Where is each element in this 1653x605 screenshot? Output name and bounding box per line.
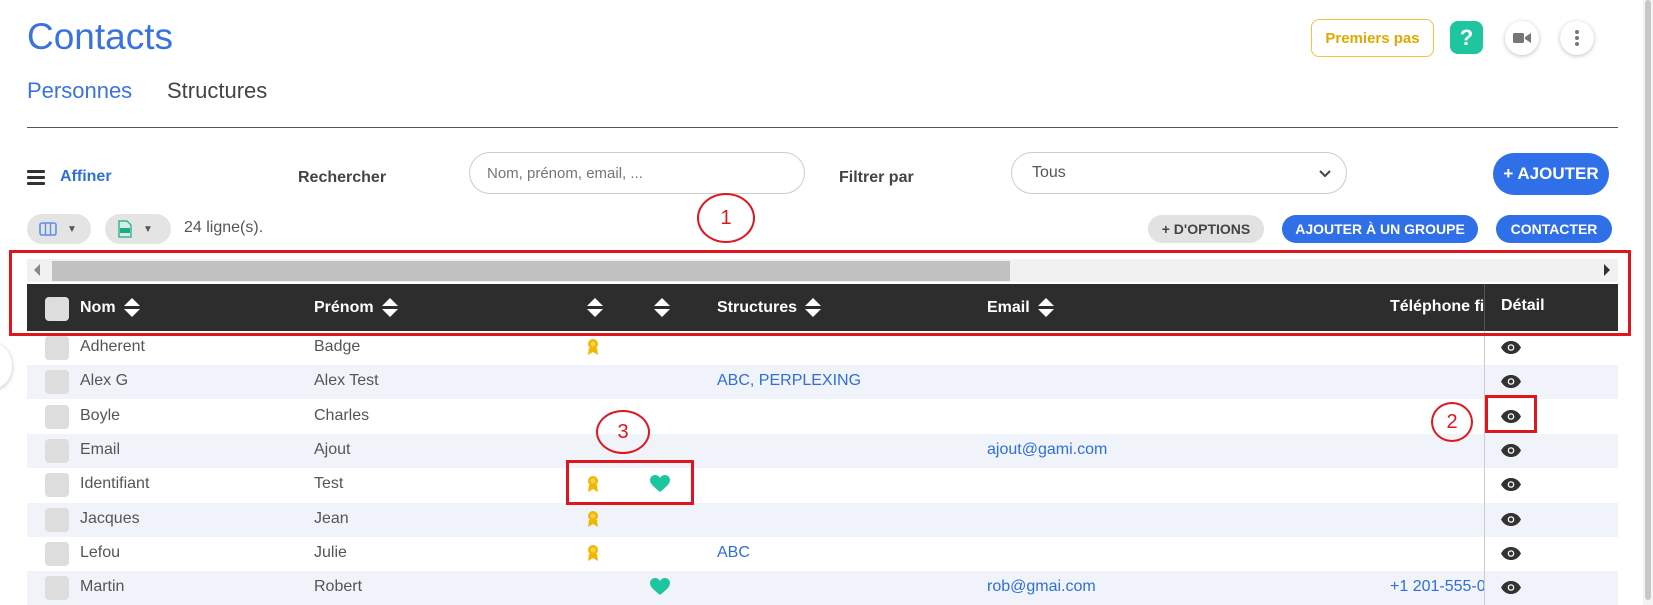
row-checkbox[interactable]	[45, 405, 69, 429]
more-options-button[interactable]: + D'OPTIONS	[1148, 215, 1264, 243]
medal-icon	[586, 510, 600, 533]
eye-icon[interactable]	[1501, 444, 1521, 462]
row-checkbox[interactable]	[45, 439, 69, 463]
filtrer-label: Filtrer par	[839, 169, 914, 186]
cell-nom: Adherent	[80, 338, 145, 355]
cell-nom: Alex G	[80, 372, 129, 389]
export-xlsx-toggle[interactable]: ▼	[105, 214, 171, 244]
caret-down-icon: ▼	[143, 223, 153, 235]
cell-telephone[interactable]: +1 201-555-0	[1390, 578, 1484, 596]
cell-nom: Martin	[80, 578, 125, 595]
more-menu-button[interactable]	[1560, 21, 1594, 55]
medal-icon	[586, 338, 600, 361]
chevron-down-icon	[1319, 170, 1331, 178]
cell-nom: Jacques	[80, 510, 140, 527]
detail-column-divider	[1484, 331, 1485, 605]
cell-structures[interactable]: ABC, PERPLEXING	[717, 372, 861, 390]
affiner-button[interactable]: Affiner	[60, 168, 112, 186]
rechercher-label: Rechercher	[298, 169, 387, 186]
cell-prenom: Charles	[314, 407, 370, 424]
help-button[interactable]: ?	[1450, 21, 1483, 54]
eye-icon[interactable]	[1501, 581, 1521, 599]
cell-prenom: Ajout	[314, 441, 351, 458]
search-input[interactable]	[469, 152, 805, 194]
vertical-scrollbar-thumb[interactable]	[1645, 0, 1651, 600]
row-checkbox[interactable]	[45, 542, 69, 566]
side-panel-toggle[interactable]	[0, 344, 12, 388]
cell-structures[interactable]: ABC	[717, 544, 750, 562]
eye-icon[interactable]	[1501, 547, 1521, 565]
cell-nom: Lefou	[80, 544, 121, 561]
cell-nom: Boyle	[80, 407, 121, 424]
cell-prenom: Robert	[314, 578, 363, 595]
row-checkbox[interactable]	[45, 336, 69, 360]
table-row[interactable]	[27, 434, 1618, 468]
annotation-box-3	[566, 460, 694, 505]
cell-email[interactable]: ajout@gami.com	[987, 441, 1107, 459]
row-checkbox[interactable]	[45, 370, 69, 394]
table-row[interactable]	[27, 537, 1618, 571]
caret-down-icon: ▼	[67, 223, 77, 235]
add-button[interactable]: + AJOUTER	[1493, 153, 1609, 195]
more-vertical-icon	[1575, 30, 1579, 46]
row-checkbox[interactable]	[45, 473, 69, 497]
annotation-label-2: 2	[1431, 402, 1473, 442]
row-checkbox[interactable]	[45, 508, 69, 532]
annotation-label-1: 1	[697, 193, 755, 243]
cell-prenom: Alex Test	[314, 372, 379, 389]
heart-icon[interactable]	[650, 578, 670, 601]
rows-count: 24 ligne(s).	[184, 219, 264, 236]
tab-personnes[interactable]: Personnes	[27, 78, 132, 104]
eye-icon[interactable]	[1501, 341, 1521, 359]
premiers-pas-button[interactable]: Premiers pas	[1311, 19, 1434, 57]
eye-icon[interactable]	[1501, 513, 1521, 531]
video-button[interactable]	[1505, 21, 1539, 55]
eye-icon[interactable]	[1501, 478, 1521, 496]
video-camera-icon	[1513, 33, 1531, 43]
table-row[interactable]	[27, 468, 1618, 502]
annotation-box-2	[1485, 395, 1537, 433]
cell-prenom: Badge	[314, 338, 361, 355]
cell-nom: Email	[80, 441, 121, 458]
medal-icon	[586, 544, 600, 567]
table-row[interactable]	[27, 503, 1618, 537]
redacted-email	[980, 476, 1160, 492]
filter-select-value: Tous	[1032, 164, 1066, 181]
cell-nom: Identifiant	[80, 475, 150, 492]
filter-select[interactable]: Tous	[1011, 152, 1347, 194]
table-row[interactable]	[27, 331, 1618, 365]
eye-icon[interactable]	[1501, 375, 1521, 393]
cell-email[interactable]: rob@gmai.com	[987, 578, 1096, 596]
cell-prenom: Jean	[314, 510, 349, 527]
row-checkbox[interactable]	[45, 576, 69, 600]
menu-icon[interactable]	[27, 170, 45, 188]
annotation-box-1	[9, 250, 1631, 336]
xlsx-file-icon	[118, 220, 132, 238]
columns-icon	[39, 222, 57, 236]
cell-prenom: Julie	[314, 544, 347, 561]
table-row[interactable]	[27, 400, 1618, 434]
annotation-label-3: 3	[596, 410, 650, 454]
tab-structures[interactable]: Structures	[167, 78, 267, 104]
cell-prenom: Test	[314, 475, 344, 492]
columns-toggle[interactable]: ▼	[27, 214, 91, 244]
add-to-group-button[interactable]: AJOUTER À UN GROUPE	[1282, 215, 1478, 243]
tabs-divider	[27, 127, 1618, 128]
table-row[interactable]	[27, 571, 1618, 605]
contacter-button[interactable]: CONTACTER	[1496, 215, 1612, 243]
page-title: Contacts	[27, 16, 174, 57]
